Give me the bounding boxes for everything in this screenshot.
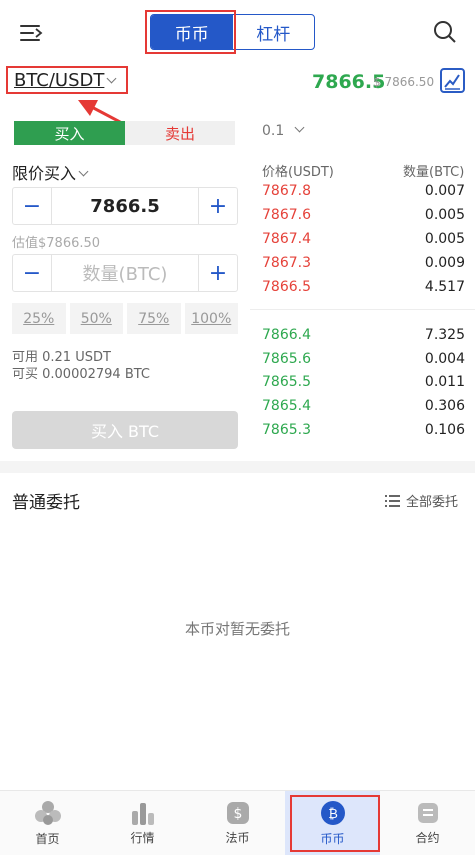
bid-qty: 0.306 [424,398,465,414]
bid-qty: 7.325 [424,327,465,343]
amount-input[interactable]: 数量(BTC) [51,255,199,291]
bid-price: 7866.4 [262,327,311,343]
amount-decrease-button[interactable]: − [13,255,51,291]
last-price-fiat: $ 7866.50 [373,75,435,89]
chevron-down-icon [294,122,305,133]
ask-price: 7866.5 [262,279,311,295]
pair-selector[interactable]: BTC/USDT [6,66,128,94]
bid-qty: 0.106 [424,422,465,438]
bid-price: 7865.5 [262,374,311,390]
bid-row[interactable]: 7866.4 7.325 [262,327,465,351]
percent-25-button[interactable]: 25% [12,303,66,334]
orders-title: 普通委托 [12,493,80,513]
nav-market-label: 行情 [130,830,155,845]
valuation-text: 估值$7866.50 [12,236,101,251]
ask-qty: 0.005 [424,207,465,223]
can-buy-amount: 可买 0.00002794 BTC [12,367,151,382]
ask-price: 7867.3 [262,255,311,271]
ask-row[interactable]: 7867.8 0.007 [262,183,465,207]
amount-stepper: − 数量(BTC) + [12,254,238,292]
nav-contract[interactable]: 合约 [380,791,475,855]
nav-home[interactable]: 首页 [0,791,95,855]
annotation-box-spot-tab [145,10,236,54]
ask-qty: 0.007 [424,183,465,199]
market-icon [131,802,154,825]
search-icon[interactable] [433,20,457,44]
ask-price: 7867.6 [262,207,311,223]
nav-home-label: 首页 [35,831,60,846]
ask-qty: 0.005 [424,231,465,247]
ask-price: 7867.4 [262,231,311,247]
bid-qty: 0.011 [424,374,465,390]
annotation-box-nav-spot [290,795,380,852]
price-input[interactable]: 7866.5 [51,188,199,224]
ask-price: 7867.8 [262,183,311,199]
chevron-down-icon [106,73,117,84]
section-separator [0,461,475,473]
sell-tab[interactable]: 卖出 [125,121,235,145]
quantity-column-header: 数量(BTC) [403,165,465,180]
percent-buttons: 25% 50% 75% 100% [12,303,238,334]
nav-fiat-label: 法币 [225,830,250,845]
home-icon [34,800,61,825]
ask-qty: 4.517 [424,279,465,295]
percent-50-button[interactable]: 50% [69,303,123,334]
ask-qty: 0.009 [424,255,465,271]
amount-increase-button[interactable]: + [199,255,237,291]
tab-margin[interactable]: 杠杆 [233,15,315,49]
empty-orders-text: 本币对暂无委托 [184,620,290,638]
svg-text:$: $ [233,806,242,822]
bid-qty: 0.004 [424,351,465,367]
percent-100-button[interactable]: 100% [184,303,238,334]
nav-fiat[interactable]: $ 法币 [190,791,285,855]
price-stepper: − 7866.5 + [12,187,238,225]
fiat-icon: $ [226,801,249,824]
buy-tab[interactable]: 买入 [14,121,125,145]
buy-submit-button[interactable]: 买入 BTC [12,411,238,449]
price-column-header: 价格(USDT) [262,165,334,180]
price-decrease-button[interactable]: − [13,188,51,224]
all-orders-label: 全部委托 [406,495,459,510]
order-type-select[interactable]: 限价买入 [12,160,89,184]
order-type-label: 限价买入 [12,164,77,183]
nav-contract-label: 合约 [415,830,440,845]
ask-row[interactable]: 7867.4 0.005 [262,231,465,255]
all-orders-link[interactable]: 全部委托 [385,491,458,510]
bid-price: 7865.4 [262,398,311,414]
bid-price: 7865.3 [262,422,311,438]
price-increase-button[interactable]: + [199,188,237,224]
orderbook-divider [250,309,475,310]
bid-price: 7865.6 [262,351,311,367]
bid-row[interactable]: 7865.6 0.004 [262,351,465,375]
ask-row[interactable]: 7866.5 4.517 [262,279,465,303]
percent-75-button[interactable]: 75% [127,303,181,334]
bottom-nav: 首页 行情 $ 法币 ₿ 币币 合约 [0,790,475,855]
chevron-down-icon [78,166,89,177]
ask-row[interactable]: 7867.6 0.005 [262,207,465,231]
bid-row[interactable]: 7865.4 0.306 [262,398,465,422]
ask-row[interactable]: 7867.3 0.009 [262,255,465,279]
contract-icon [417,802,438,823]
depth-select[interactable]: 0.1 [262,122,305,139]
bid-row[interactable]: 7865.5 0.011 [262,374,465,398]
nav-market[interactable]: 行情 [95,791,190,855]
depth-value: 0.1 [262,123,285,139]
menu-icon[interactable] [20,22,44,44]
list-icon [385,494,400,507]
pair-name: BTC/USDT [14,70,105,91]
kline-chart-icon[interactable] [440,68,465,93]
bid-row[interactable]: 7865.3 0.106 [262,422,465,446]
